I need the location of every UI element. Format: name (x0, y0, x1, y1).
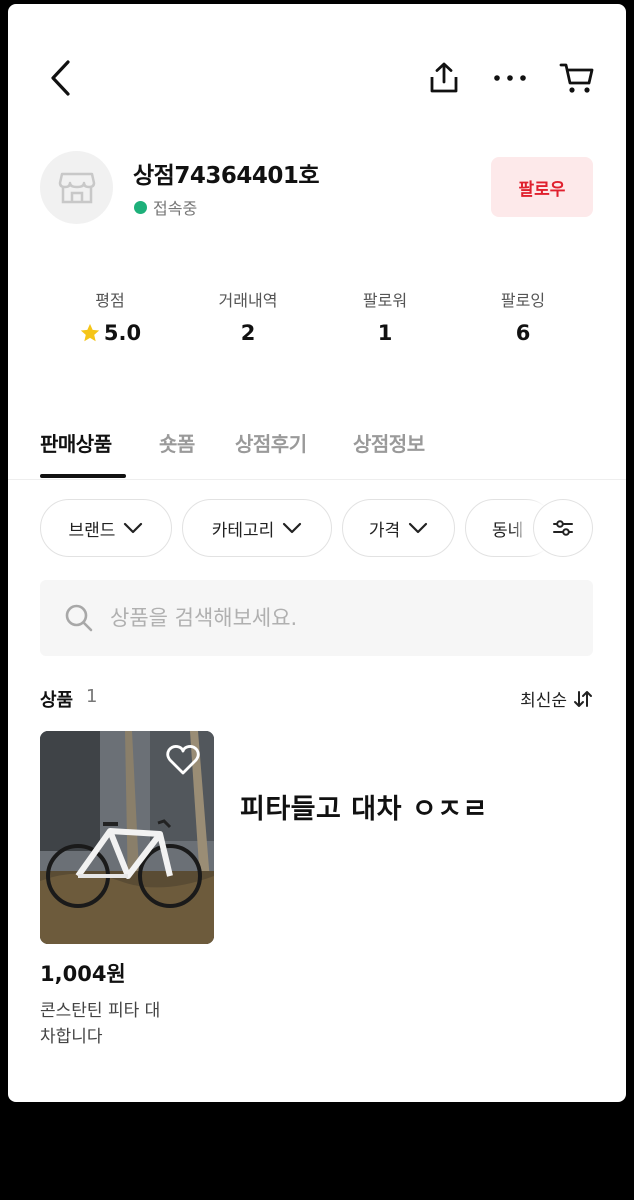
stat-following[interactable]: 팔로잉 6 (453, 287, 593, 345)
store-icon (58, 172, 95, 203)
shop-tabs: 판매상품 숏폼 상점후기 상점정보 (8, 424, 626, 480)
chevron-down-icon (124, 522, 143, 534)
search-input[interactable] (110, 606, 550, 630)
product-search (40, 580, 593, 656)
back-button[interactable] (42, 56, 78, 100)
star-icon (80, 323, 100, 342)
products-title: 상품 (40, 690, 74, 711)
stat-value: 1 (377, 321, 393, 345)
stat-value: 6 (515, 321, 531, 345)
more-icon (494, 75, 526, 81)
online-dot (134, 200, 147, 214)
products-count: 1 (86, 686, 98, 707)
cart-button[interactable] (556, 56, 598, 100)
shop-name: 상점74364401호 (133, 163, 320, 189)
chevron-down-icon (409, 522, 428, 534)
product-name: 콘스탄틴 피타 대차합니다 (40, 1001, 161, 1047)
filter-chips: 브랜드 카테고리 가격 동네 (8, 499, 626, 559)
products-header: 상품 1 최신순 (40, 686, 593, 714)
stat-value: 2 (240, 321, 256, 345)
tab-shop-info[interactable]: 상점정보 (353, 428, 425, 457)
status-label: 접속중 (153, 199, 198, 218)
more-button[interactable] (490, 56, 530, 100)
tab-shortform[interactable]: 숏폼 (159, 428, 195, 457)
follow-button[interactable]: 팔로우 (491, 157, 593, 217)
share-icon (430, 62, 458, 93)
shop-avatar[interactable] (40, 151, 113, 224)
top-nav (8, 4, 626, 154)
chevron-down-icon (283, 522, 302, 534)
stat-label: 거래내역 (218, 291, 278, 310)
stat-rating[interactable]: 평점 5.0 (40, 287, 180, 345)
tab-reviews[interactable]: 상점후기 (235, 428, 307, 457)
sort-arrows-icon (574, 690, 592, 707)
share-button[interactable] (424, 56, 464, 100)
product-price: 1,004원 (40, 962, 126, 986)
online-status: 접속중 (134, 195, 197, 219)
filter-category[interactable]: 카테고리 (182, 499, 332, 557)
stat-label: 팔로워 (362, 291, 408, 310)
chip-label: 가격 (368, 520, 401, 541)
stat-value-wrap: 5.0 (40, 321, 180, 345)
stat-label: 평점 (95, 291, 125, 310)
tab-products[interactable]: 판매상품 (40, 428, 112, 457)
stat-label: 팔로잉 (500, 291, 546, 310)
filter-brand[interactable]: 브랜드 (40, 499, 172, 557)
filter-price[interactable]: 가격 (342, 499, 455, 557)
active-tab-indicator (40, 474, 126, 478)
shop-page: 상점74364401호 접속중 팔로우 평점 5.0 거래내역 2 팔로워 1 … (8, 4, 626, 1102)
filter-settings-button[interactable] (533, 499, 593, 557)
heart-icon[interactable] (166, 745, 200, 775)
overlay-caption: 피타들고 대차 ㅇㅈㄹ (240, 794, 488, 825)
sliders-icon (553, 520, 573, 536)
product-image[interactable] (40, 731, 214, 944)
sort-button[interactable]: 최신순 (520, 686, 593, 711)
chip-label: 브랜드 (68, 520, 116, 541)
sort-label: 최신순 (520, 691, 567, 711)
chevron-left-icon (51, 60, 70, 96)
search-icon (65, 604, 93, 632)
stat-transactions[interactable]: 거래내역 2 (178, 287, 318, 345)
shop-stats: 평점 5.0 거래내역 2 팔로워 1 팔로잉 6 (8, 287, 626, 357)
product-card[interactable]: 1,004원 콘스탄틴 피타 대차합니다 (40, 731, 214, 1050)
cart-icon (559, 63, 594, 93)
stat-followers[interactable]: 팔로워 1 (315, 287, 455, 345)
chip-label: 동네 (492, 520, 524, 541)
stat-value: 5.0 (103, 321, 142, 345)
chip-label: 카테고리 (211, 520, 275, 541)
